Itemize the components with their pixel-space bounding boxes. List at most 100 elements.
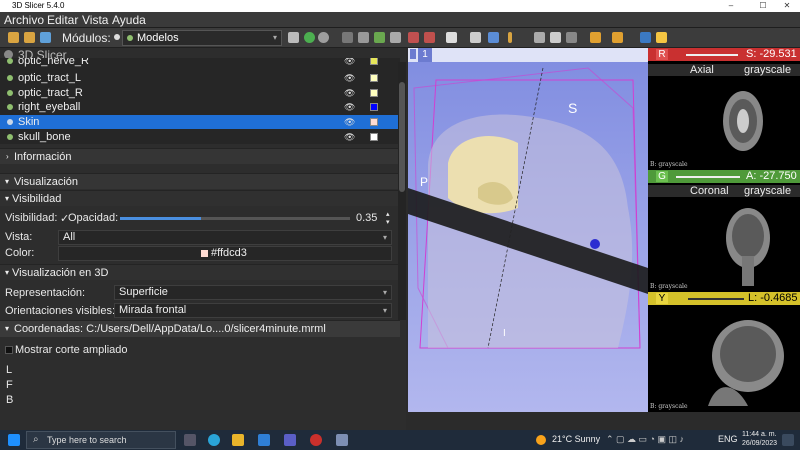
edge-icon[interactable] — [208, 434, 220, 446]
slice-offset-slider[interactable] — [688, 298, 744, 300]
app-icon[interactable] — [310, 434, 322, 446]
minimize-button[interactable]: – — [718, 0, 744, 12]
slice-offset-slider[interactable] — [686, 54, 738, 56]
menu-ayuda[interactable]: Ayuda — [112, 13, 146, 27]
visualization-section[interactable]: ▾ Visualización — [0, 173, 400, 189]
list-item[interactable]: optic_nerve_R 👁 — [4, 58, 398, 68]
save-icon[interactable] — [40, 32, 51, 43]
ruler-icon[interactable] — [508, 32, 512, 43]
screenshot-icon[interactable] — [534, 32, 545, 43]
volumes-icon[interactable] — [390, 32, 401, 43]
clock-date[interactable]: 26/09/2023 — [742, 440, 777, 447]
module-selector[interactable]: Modelos ▾ — [122, 30, 282, 46]
volume-selector[interactable]: grayscale — [744, 185, 791, 197]
volume-selector[interactable]: grayscale — [744, 64, 791, 76]
crosshair-checkbox[interactable] — [5, 346, 13, 354]
coordinates-bar[interactable]: ▾ Coordenadas: C:/Users/Dell/AppData/Lo.… — [0, 320, 400, 337]
list-item[interactable]: right_eyeball 👁 — [4, 100, 398, 114]
back-arrow-icon[interactable] — [304, 32, 315, 43]
eye-icon[interactable]: 👁 — [344, 86, 355, 100]
layout-icon[interactable] — [446, 32, 457, 43]
axial-image[interactable]: B: grayscale — [648, 76, 800, 170]
markups-icon[interactable] — [424, 32, 435, 43]
list-item[interactable]: skull_bone 👁 — [4, 130, 398, 144]
list-item[interactable]: optic_tract_R 👁 — [4, 86, 398, 100]
color-swatch[interactable] — [370, 133, 378, 141]
module-history-icon[interactable] — [288, 32, 299, 43]
slice-views: R S: -29.531 Axial grayscale B: grayscal… — [648, 48, 800, 412]
eye-icon[interactable]: 👁 — [344, 58, 355, 68]
red-slice-bar: R S: -29.531 — [648, 48, 800, 61]
extension-icon[interactable] — [342, 32, 353, 43]
orientations-combo[interactable]: Mirada frontal ▾ — [114, 303, 392, 318]
load-data-icon[interactable] — [8, 32, 19, 43]
close-button[interactable]: ✕ — [774, 0, 800, 12]
place-icon[interactable] — [488, 32, 499, 43]
crosshair-icon[interactable] — [590, 32, 601, 43]
link-icon[interactable] — [566, 32, 577, 43]
notifications-icon[interactable] — [782, 434, 794, 446]
vista-combo[interactable]: All ▾ — [58, 230, 392, 245]
clock-time[interactable]: 11:44 a. m. — [742, 431, 777, 438]
spinbox-arrows[interactable]: ▴ ▾ — [386, 210, 390, 226]
3d-view[interactable]: 1 S P I — [408, 48, 648, 412]
representation-combo[interactable]: Superficie ▾ — [114, 285, 392, 300]
teams-icon[interactable] — [284, 434, 296, 446]
slice-letter-g[interactable]: G — [656, 171, 668, 182]
weather-text[interactable]: 21°C Sunny — [552, 434, 600, 444]
color-picker-button[interactable]: #ffdcd3 — [58, 246, 392, 261]
module-selector-value: Modelos — [137, 32, 179, 44]
module-search-icon[interactable] — [114, 34, 120, 40]
taskbar-search-box[interactable]: ⌕ Type here to search — [26, 431, 176, 449]
eye-icon[interactable]: 👁 — [344, 130, 355, 144]
tray-icons[interactable]: ⌃ ▢ ☁ ▭ ◔ ▣ ◫ ♪ — [606, 434, 684, 445]
menu-vista[interactable]: Vista — [82, 13, 108, 27]
model-icon — [7, 90, 13, 96]
eye-icon[interactable]: 👁 — [344, 100, 355, 114]
color-swatch[interactable] — [370, 89, 378, 97]
task-view-icon[interactable] — [184, 434, 196, 446]
orientation-selector[interactable]: Axial — [690, 64, 714, 76]
color-swatch[interactable] — [370, 58, 378, 65]
orientation-selector[interactable]: Coronal — [690, 185, 729, 197]
visibility-section[interactable]: ▾ Visibilidad — [0, 190, 400, 206]
slice-offset-slider[interactable] — [676, 176, 740, 178]
models-icon[interactable] — [408, 32, 419, 43]
data-icon[interactable] — [374, 32, 385, 43]
list-item-selected[interactable]: Skin 👁 — [0, 115, 398, 129]
slice-letter-y[interactable]: Y — [656, 293, 668, 304]
sagittal-image[interactable]: B: grayscale — [648, 306, 800, 412]
slicer-taskbar-icon[interactable] — [336, 434, 348, 446]
slice-letter-r[interactable]: R — [656, 49, 668, 60]
language-indicator[interactable]: ENG — [718, 434, 738, 444]
color-swatch[interactable] — [370, 103, 378, 111]
vis3d-section-title: Visualización en 3D — [12, 267, 109, 279]
opacity-value[interactable]: 0.35 — [356, 212, 377, 224]
pointer-icon[interactable] — [470, 32, 481, 43]
opacity-slider[interactable] — [120, 217, 350, 220]
python-icon[interactable] — [656, 32, 667, 43]
load-dicom-icon[interactable] — [24, 32, 35, 43]
scrollbar[interactable] — [398, 62, 406, 320]
vis3d-section[interactable]: ▾ Visualización en 3D — [0, 264, 400, 280]
info-section[interactable]: › Información — [0, 148, 400, 164]
menu-editar[interactable]: Editar — [47, 13, 78, 27]
legend-b: B — [6, 394, 14, 406]
python-console-icon[interactable] — [640, 32, 651, 43]
color-swatch[interactable] — [370, 118, 378, 126]
eye-icon[interactable]: 👁 — [344, 115, 355, 129]
eye-icon[interactable]: 👁 — [344, 71, 355, 85]
transform-icon[interactable] — [612, 32, 623, 43]
menu-archivo[interactable]: Archivo — [4, 13, 44, 27]
windows-start-icon[interactable] — [8, 434, 20, 446]
coronal-image[interactable]: B: grayscale — [648, 198, 800, 292]
dicom-icon[interactable] — [358, 32, 369, 43]
forward-arrow-icon[interactable] — [318, 32, 329, 43]
list-item[interactable]: optic_tract_L 👁 — [4, 71, 398, 85]
vscode-icon[interactable] — [258, 434, 270, 446]
color-swatch[interactable] — [370, 74, 378, 82]
file-explorer-icon[interactable] — [232, 434, 244, 446]
maximize-button[interactable]: ☐ — [750, 0, 776, 12]
scrollbar-thumb[interactable] — [399, 82, 405, 192]
view-icon[interactable] — [550, 32, 561, 43]
